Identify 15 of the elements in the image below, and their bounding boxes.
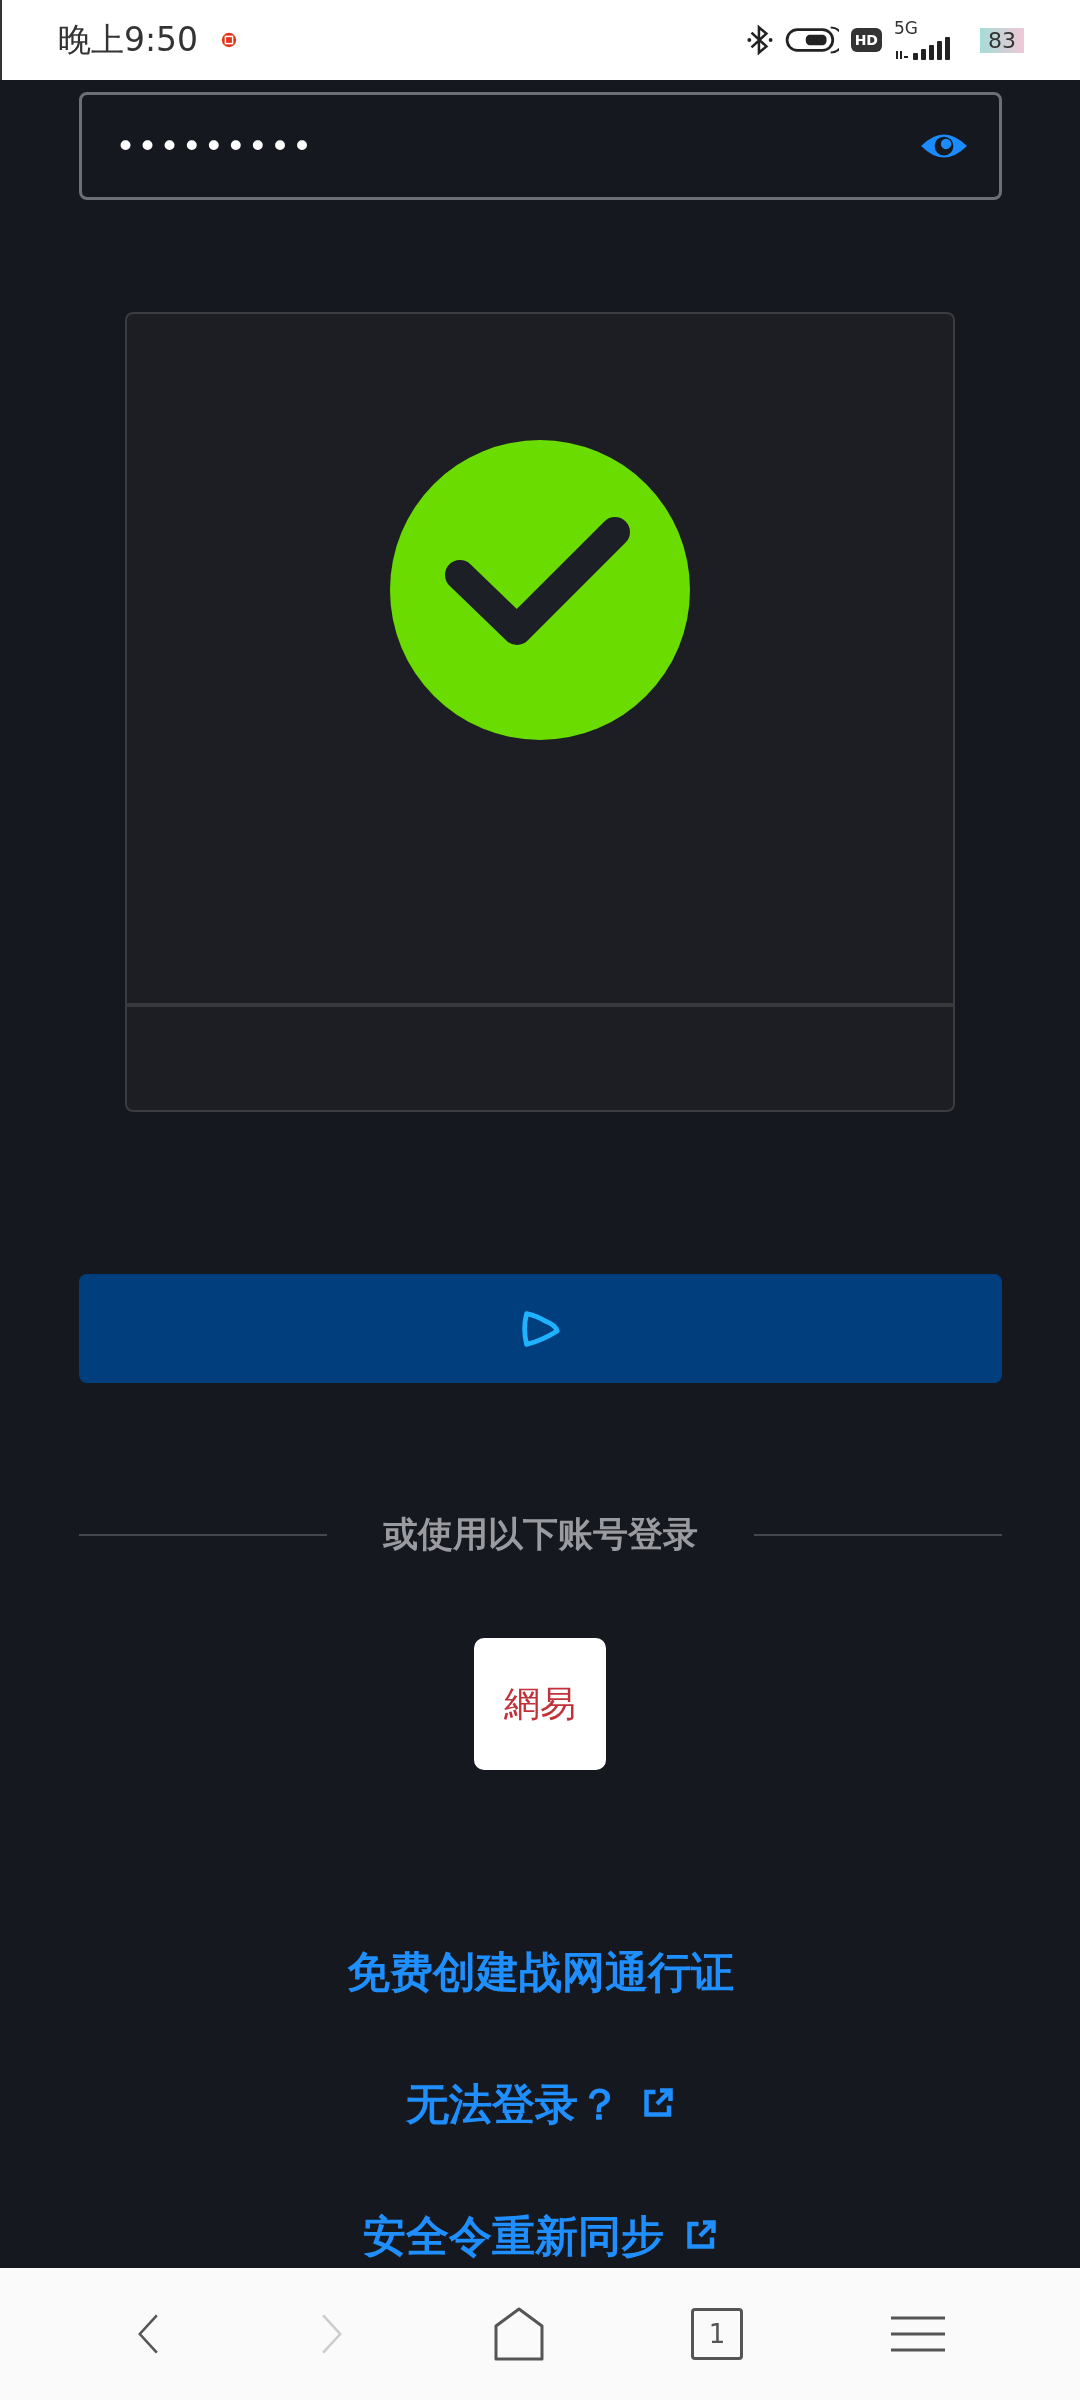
bluetooth-icon bbox=[746, 23, 773, 57]
link[interactable]: 免费创建战网通行证 bbox=[346, 1942, 734, 2002]
home-icon[interactable] bbox=[493, 2306, 545, 2362]
divider-label: 或使用以下账号登录 bbox=[382, 1513, 698, 1556]
notification-icon bbox=[220, 31, 239, 49]
battery-level: 83 bbox=[980, 27, 1024, 53]
password-field[interactable]: ••••••••• bbox=[78, 92, 1002, 200]
link[interactable]: 安全令重新同步 bbox=[362, 2206, 718, 2266]
network-label: 5G bbox=[894, 19, 918, 37]
clock-time: 晚上9:50 bbox=[58, 18, 199, 61]
link[interactable]: 无法登录？ bbox=[405, 2074, 675, 2134]
tabs-button[interactable]: 1 bbox=[691, 2308, 743, 2360]
menu-icon[interactable] bbox=[889, 2314, 947, 2354]
hd-badge: HD bbox=[850, 28, 882, 52]
netease-login-button[interactable]: 網易 bbox=[474, 1638, 606, 1770]
